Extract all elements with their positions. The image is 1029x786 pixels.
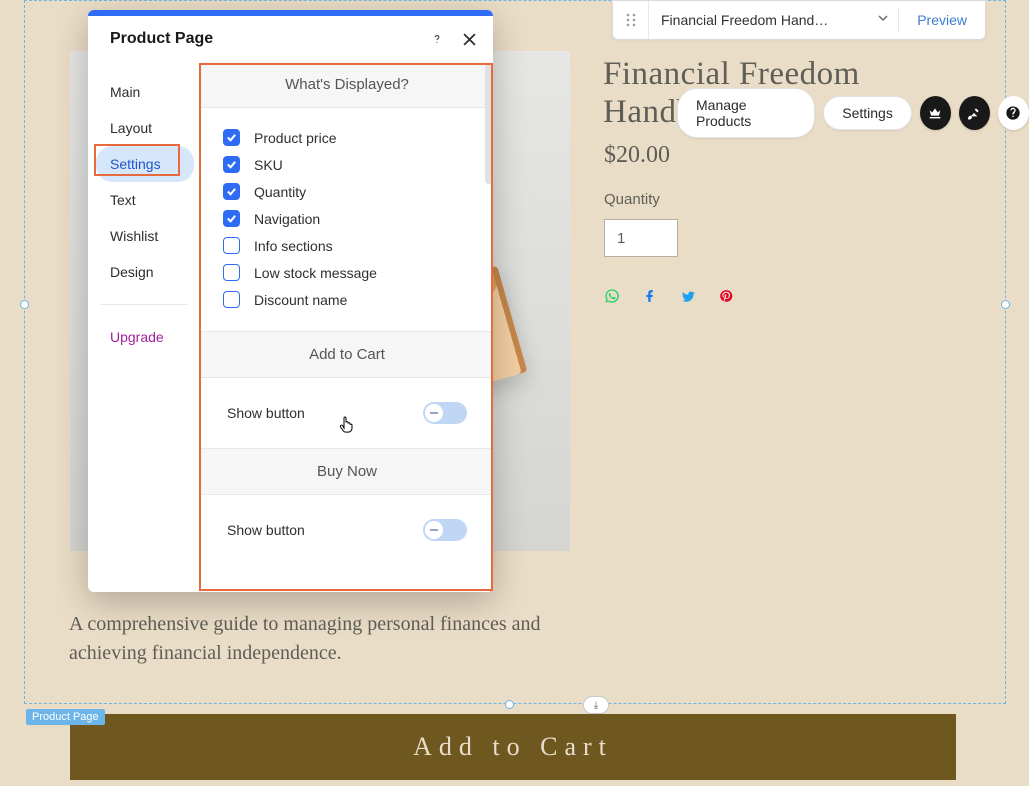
checkbox-icon[interactable] — [223, 291, 240, 308]
panel-nav: Main Layout Settings Text Wishlist Desig… — [88, 62, 200, 592]
check-navigation[interactable]: Navigation — [223, 205, 483, 232]
panel-content: What's Displayed? Product price SKU — [200, 62, 493, 592]
section-add-to-cart: Add to Cart — [201, 331, 493, 378]
toggle-label: Show button — [227, 405, 305, 421]
section-whats-displayed: What's Displayed? — [201, 62, 493, 108]
toggle-switch[interactable] — [423, 402, 467, 424]
checkbox-icon[interactable] — [223, 156, 240, 173]
product-page-panel: Product Page Main Layout Settings Text W… — [88, 10, 493, 592]
action-pill-row: Manage Products Settings — [677, 88, 1029, 138]
nav-main[interactable]: Main — [88, 74, 200, 110]
check-low-stock[interactable]: Low stock message — [223, 259, 483, 286]
scrollbar[interactable] — [485, 64, 493, 184]
product-price: $20.00 — [604, 142, 670, 169]
toggle-label: Show button — [227, 522, 305, 538]
anchor-pill[interactable]: ⤓ — [583, 696, 609, 714]
selection-tag: Product Page — [26, 709, 105, 725]
nav-divider — [100, 304, 188, 305]
help-icon[interactable] — [998, 96, 1029, 130]
section-buy-now: Buy Now — [201, 448, 493, 495]
nav-settings[interactable]: Settings — [96, 146, 194, 182]
quantity-label: Quantity — [604, 191, 660, 208]
check-label: Product price — [254, 130, 336, 146]
settings-button[interactable]: Settings — [823, 96, 912, 130]
check-sku[interactable]: SKU — [223, 151, 483, 178]
resize-handle-left[interactable] — [20, 300, 29, 309]
check-label: Navigation — [254, 211, 320, 227]
check-discount-name[interactable]: Discount name — [223, 286, 483, 313]
check-label: Info sections — [254, 238, 333, 254]
checkbox-icon[interactable] — [223, 129, 240, 146]
nav-layout[interactable]: Layout — [88, 110, 200, 146]
nav-upgrade[interactable]: Upgrade — [88, 319, 200, 355]
chevron-down-icon[interactable] — [868, 11, 898, 29]
preview-link[interactable]: Preview — [899, 12, 985, 28]
twitter-icon[interactable] — [679, 287, 697, 305]
product-description: A comprehensive guide to managing person… — [69, 610, 579, 668]
whatsapp-icon[interactable] — [603, 287, 621, 305]
display-checklist: Product price SKU Quantity — [201, 108, 493, 331]
checkbox-icon[interactable] — [223, 183, 240, 200]
design-icon[interactable] — [959, 96, 990, 130]
checkbox-icon[interactable] — [223, 210, 240, 227]
add-to-cart-button[interactable]: Add to Cart — [70, 714, 956, 780]
checkbox-icon[interactable] — [223, 237, 240, 254]
resize-handle-right[interactable] — [1001, 300, 1010, 309]
facebook-icon[interactable] — [641, 287, 659, 305]
toggle-add-to-cart: Show button — [201, 378, 493, 448]
quantity-input[interactable]: 1 — [604, 219, 678, 257]
check-label: Quantity — [254, 184, 306, 200]
pinterest-icon[interactable] — [717, 287, 735, 305]
resize-handle-bottom[interactable] — [505, 700, 514, 709]
check-label: SKU — [254, 157, 283, 173]
check-quantity[interactable]: Quantity — [223, 178, 483, 205]
manage-products-button[interactable]: Manage Products — [677, 88, 815, 138]
checkbox-icon[interactable] — [223, 264, 240, 281]
nav-design[interactable]: Design — [88, 254, 200, 290]
element-selector-dropdown[interactable]: Financial Freedom Hand… Preview — [612, 0, 986, 40]
crown-icon[interactable] — [920, 96, 951, 130]
nav-text[interactable]: Text — [88, 182, 200, 218]
panel-title: Product Page — [110, 30, 421, 48]
check-label: Low stock message — [254, 265, 377, 281]
dropdown-label: Financial Freedom Hand… — [649, 12, 868, 28]
share-row — [603, 287, 735, 305]
drag-grip-icon[interactable] — [613, 1, 649, 39]
check-info-sections[interactable]: Info sections — [223, 232, 483, 259]
nav-wishlist[interactable]: Wishlist — [88, 218, 200, 254]
check-label: Discount name — [254, 292, 347, 308]
toggle-switch[interactable] — [423, 519, 467, 541]
check-product-price[interactable]: Product price — [223, 124, 483, 151]
panel-help-icon[interactable] — [421, 23, 453, 55]
toggle-buy-now: Show button — [201, 495, 493, 565]
panel-close-icon[interactable] — [453, 23, 485, 55]
panel-header: Product Page — [88, 16, 493, 62]
